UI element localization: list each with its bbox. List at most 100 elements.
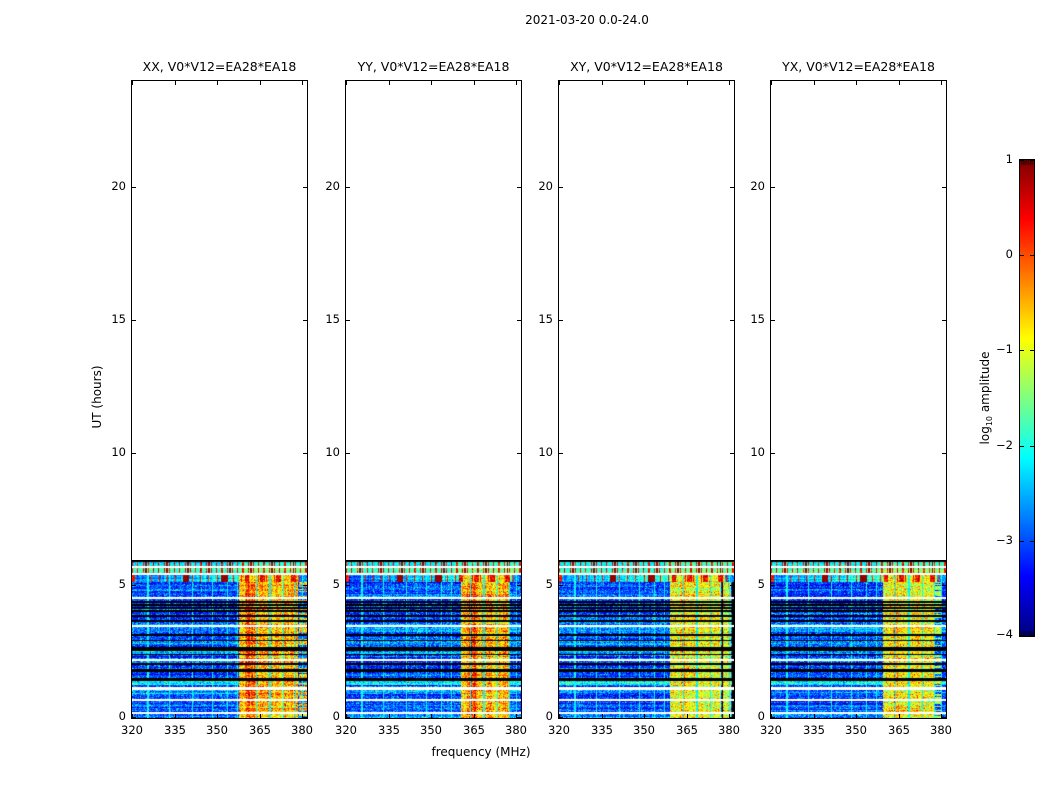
y-tick-label: 20 — [92, 179, 126, 193]
x-tick-label: 335 — [369, 723, 409, 737]
y-tick — [517, 320, 521, 321]
x-tick-label: 350 — [411, 723, 451, 737]
x-tick — [217, 81, 218, 85]
y-tick — [942, 453, 946, 454]
y-tick-label: 5 — [731, 577, 765, 591]
x-tick — [474, 81, 475, 85]
colorbar-tick-label: 0 — [973, 247, 1013, 261]
x-tick — [559, 81, 560, 85]
x-tick-label: 335 — [155, 723, 195, 737]
spectrogram-xy — [559, 560, 734, 718]
x-tick — [217, 714, 218, 718]
y-tick — [132, 585, 136, 586]
panel-title-xy: XY, V0*V12=EA28*EA18 — [570, 59, 723, 74]
x-tick — [431, 714, 432, 718]
x-tick — [260, 81, 261, 85]
colorbar-tick — [1020, 446, 1024, 447]
x-tick — [516, 81, 517, 85]
y-tick-label: 0 — [519, 709, 553, 723]
colorbar-canvas — [1020, 160, 1034, 636]
panel-xx: XX, V0*V12=EA28*EA1832033535036538005101… — [131, 80, 308, 719]
x-tick-label: 350 — [624, 723, 664, 737]
panel-title-yy: YY, V0*V12=EA28*EA18 — [358, 59, 510, 74]
x-tick-label: 365 — [879, 723, 919, 737]
y-tick-label: 10 — [306, 445, 340, 459]
spectrogram-yx — [771, 560, 946, 718]
y-tick — [730, 453, 734, 454]
x-tick-label: 320 — [112, 723, 152, 737]
y-tick-label: 5 — [92, 577, 126, 591]
x-tick-label: 335 — [794, 723, 834, 737]
y-tick-label: 0 — [731, 709, 765, 723]
colorbar-tick — [1020, 255, 1024, 256]
x-tick-label: 380 — [496, 723, 536, 737]
y-tick — [517, 585, 521, 586]
y-tick — [346, 320, 350, 321]
panel-title-xx: XX, V0*V12=EA28*EA18 — [143, 59, 297, 74]
x-tick — [132, 81, 133, 85]
colorbar-tick — [1030, 255, 1034, 256]
x-tick-label: 320 — [326, 723, 366, 737]
panel-title-yx: YX, V0*V12=EA28*EA18 — [782, 59, 935, 74]
y-tick — [730, 717, 734, 718]
figure: 2021-03-20 0.0-24.0 UT (hours) frequency… — [0, 0, 1050, 800]
spectrogram-yy — [346, 560, 521, 718]
y-tick-label: 10 — [731, 445, 765, 459]
y-tick-label: 20 — [306, 179, 340, 193]
y-tick — [730, 585, 734, 586]
colorbar-tick — [1020, 635, 1024, 636]
y-tick-label: 15 — [731, 312, 765, 326]
panel-xy: XY, V0*V12=EA28*EA1832033535036538005101… — [558, 80, 735, 719]
y-tick-label: 5 — [519, 577, 553, 591]
y-tick — [771, 187, 775, 188]
colorbar-tick-label: −4 — [973, 627, 1013, 641]
y-tick — [771, 453, 775, 454]
y-tick-label: 0 — [92, 709, 126, 723]
colorbar — [1019, 159, 1035, 637]
y-tick-label: 20 — [731, 179, 765, 193]
y-tick — [942, 585, 946, 586]
x-tick — [941, 81, 942, 85]
x-tick — [644, 81, 645, 85]
x-axis-label: frequency (MHz) — [381, 745, 581, 759]
x-tick — [602, 714, 603, 718]
y-tick-label: 15 — [519, 312, 553, 326]
y-tick-label: 15 — [306, 312, 340, 326]
x-tick-label: 365 — [454, 723, 494, 737]
x-tick — [175, 714, 176, 718]
x-tick — [474, 714, 475, 718]
colorbar-label-subscript: 10 — [985, 416, 994, 426]
spectrogram-xx — [132, 560, 307, 718]
x-tick-label: 380 — [709, 723, 749, 737]
y-tick-label: 0 — [306, 709, 340, 723]
x-tick-label: 380 — [921, 723, 961, 737]
x-tick — [687, 81, 688, 85]
y-tick — [132, 453, 136, 454]
x-tick — [899, 81, 900, 85]
x-tick — [856, 714, 857, 718]
y-tick-label: 5 — [306, 577, 340, 591]
y-tick — [559, 585, 563, 586]
x-tick — [814, 81, 815, 85]
y-tick — [303, 585, 307, 586]
y-tick — [559, 320, 563, 321]
y-tick — [132, 717, 136, 718]
x-tick — [389, 81, 390, 85]
x-tick — [814, 714, 815, 718]
colorbar-tick-label: −2 — [973, 438, 1013, 452]
x-tick-label: 320 — [539, 723, 579, 737]
y-tick — [303, 320, 307, 321]
x-tick — [389, 714, 390, 718]
x-tick — [771, 81, 772, 85]
y-tick — [303, 453, 307, 454]
y-tick — [559, 717, 563, 718]
x-tick — [431, 81, 432, 85]
x-tick — [856, 81, 857, 85]
colorbar-tick — [1030, 160, 1034, 161]
colorbar-label: log10 amplitude — [978, 352, 994, 445]
x-tick — [346, 81, 347, 85]
y-tick-label: 15 — [92, 312, 126, 326]
y-tick — [771, 585, 775, 586]
y-tick — [517, 187, 521, 188]
colorbar-label-suffix: amplitude — [978, 352, 992, 416]
